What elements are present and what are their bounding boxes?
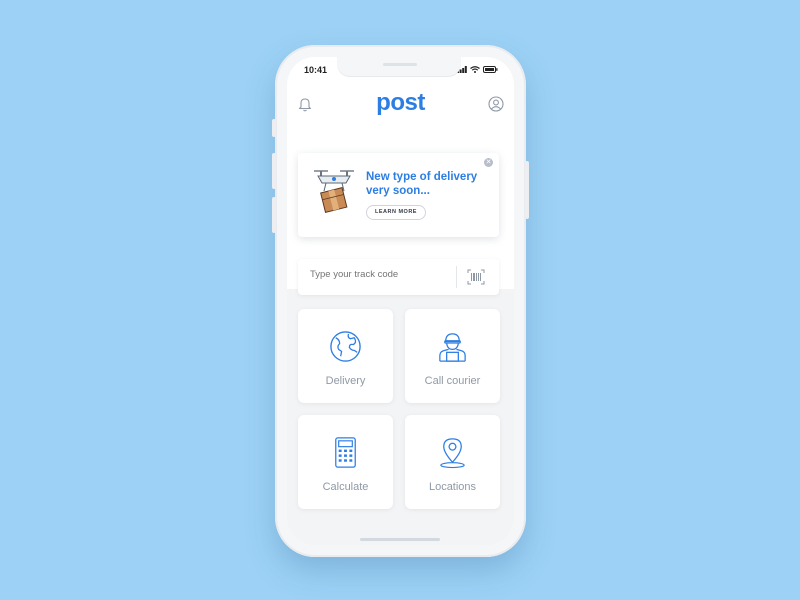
app-logo: post	[376, 89, 425, 116]
globe-icon	[330, 331, 361, 362]
tile-calculate[interactable]: Calculate	[298, 415, 393, 509]
courier-icon	[439, 333, 466, 362]
close-icon[interactable]: ✕	[484, 158, 493, 167]
tile-label: Locations	[428, 481, 477, 493]
user-icon[interactable]	[488, 96, 504, 117]
location-pin-icon	[440, 438, 465, 469]
notch	[337, 57, 461, 76]
tile-locations[interactable]: Locations	[405, 415, 500, 509]
promo-banner[interactable]: ✕ New type of delivery very soon... LEAR…	[298, 153, 499, 237]
tile-call-courier[interactable]: Call courier	[405, 309, 500, 403]
learn-more-button[interactable]: LEARN MORE	[366, 205, 426, 220]
barcode-icon[interactable]	[467, 269, 485, 290]
app-header: post	[287, 89, 514, 119]
volume-down-button	[272, 197, 276, 233]
tile-label: Calculate	[322, 481, 369, 493]
tile-label: Call courier	[424, 375, 481, 387]
home-indicator	[360, 538, 440, 541]
track-divider	[456, 266, 457, 288]
volume-up-button	[272, 153, 276, 189]
app-screen: 10:41 post ✕ New type of delivery very s…	[287, 57, 514, 545]
track-code-field[interactable]	[298, 259, 499, 295]
tile-label: Delivery	[325, 375, 366, 387]
top-section: 10:41 post ✕ New type of delivery very s…	[287, 57, 514, 289]
battery-icon	[483, 66, 498, 73]
silent-switch	[272, 119, 276, 137]
promo-title: New type of delivery very soon...	[366, 171, 478, 197]
wifi-icon	[470, 66, 480, 73]
track-code-input[interactable]	[310, 269, 450, 280]
power-button	[525, 161, 529, 219]
tile-delivery[interactable]: Delivery	[298, 309, 393, 403]
speaker	[383, 63, 417, 66]
calculator-icon	[335, 437, 356, 468]
status-time: 10:41	[304, 65, 328, 75]
status-icons	[457, 66, 498, 73]
phone-frame: 10:41 post ✕ New type of delivery very s…	[272, 45, 529, 557]
drone-delivery-icon	[314, 170, 354, 213]
